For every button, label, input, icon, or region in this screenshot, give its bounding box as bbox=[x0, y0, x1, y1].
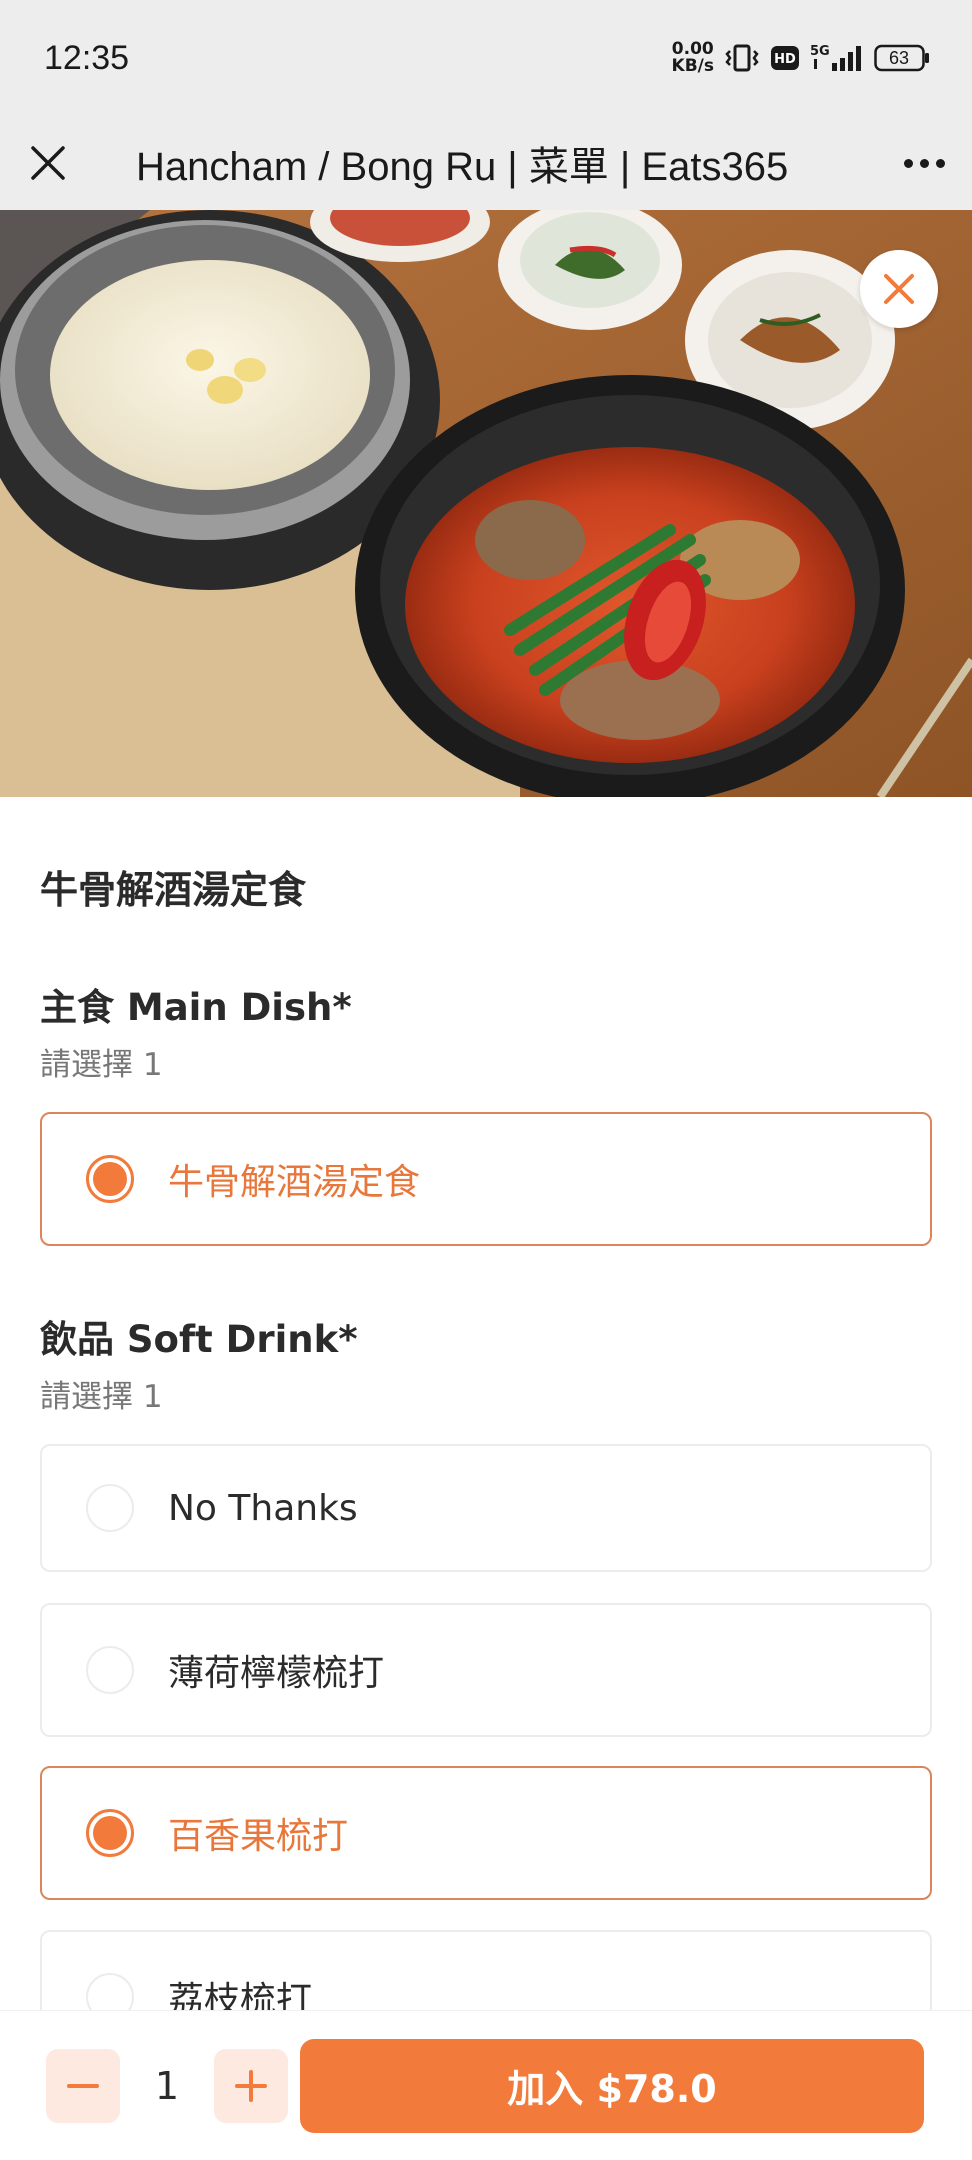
minus-icon bbox=[67, 2083, 99, 2088]
status-time: 12:35 bbox=[44, 38, 130, 77]
more-dot bbox=[903, 158, 913, 168]
page-title: Hancham / Bong Ru | 菜單 | Eats365 bbox=[136, 145, 789, 189]
option-main-dish[interactable]: 牛骨解酒湯定食 bbox=[40, 1112, 932, 1246]
network-speed: 0.00 KB/s bbox=[672, 41, 714, 75]
radio-button[interactable] bbox=[86, 1646, 134, 1694]
group-subtitle-main-dish: 請選擇 1 bbox=[40, 1047, 163, 1083]
item-title: 牛骨解酒湯定食 bbox=[40, 868, 307, 912]
title-bar: Hancham / Bong Ru | 菜單 | Eats365 bbox=[0, 116, 972, 210]
group-title-soft-drink: 飲品 Soft Drink* bbox=[40, 1318, 358, 1361]
option-mint-lemon-soda[interactable]: 薄荷檸檬梳打 bbox=[40, 1603, 932, 1737]
battery-level: 63 bbox=[888, 48, 910, 68]
add-to-cart-button[interactable]: 加入 $78.0 bbox=[300, 2038, 924, 2133]
status-icons: 0.00 KB/s HD 5G 63 bbox=[672, 41, 930, 75]
close-item-button[interactable] bbox=[860, 250, 938, 328]
more-dot bbox=[935, 158, 945, 168]
increase-quantity-button[interactable] bbox=[214, 2048, 288, 2123]
decrease-quantity-button[interactable] bbox=[46, 2048, 120, 2123]
vibrate-icon bbox=[724, 43, 760, 73]
hd-voice-icon: HD bbox=[770, 45, 800, 71]
more-dot bbox=[919, 158, 929, 168]
option-label: No Thanks bbox=[168, 1487, 358, 1529]
food-photo bbox=[0, 210, 972, 797]
option-no-thanks[interactable]: No Thanks bbox=[40, 1444, 932, 1572]
plus-icon bbox=[235, 2069, 267, 2102]
network-speed-unit: KB/s bbox=[671, 56, 714, 76]
radio-selected-dot bbox=[93, 1162, 127, 1196]
option-label: 薄荷檸檬梳打 bbox=[168, 1653, 385, 1694]
status-bar: 12:35 0.00 KB/s HD 5G 63 bbox=[0, 0, 972, 116]
group-title-main-dish: 主食 Main Dish* bbox=[40, 986, 352, 1029]
battery-icon: 63 bbox=[874, 44, 930, 72]
network-type-label: 5G bbox=[810, 44, 830, 59]
add-to-cart-bar: 1 加入 $78.0 bbox=[0, 2010, 972, 2160]
group-subtitle-soft-drink: 請選擇 1 bbox=[40, 1379, 163, 1415]
radio-button[interactable] bbox=[86, 1155, 134, 1203]
option-label: 牛骨解酒湯定食 bbox=[168, 1162, 421, 1203]
close-icon bbox=[884, 274, 914, 304]
radio-button[interactable] bbox=[86, 1809, 134, 1857]
radio-button[interactable] bbox=[86, 1484, 134, 1532]
hd-label: HD bbox=[774, 52, 796, 67]
signal-icon: 5G bbox=[810, 43, 864, 73]
close-page-button[interactable] bbox=[0, 116, 96, 210]
close-icon bbox=[31, 146, 65, 180]
option-label: 百香果梳打 bbox=[168, 1816, 349, 1857]
quantity-value: 1 bbox=[154, 2063, 180, 2108]
more-options-button[interactable] bbox=[876, 116, 972, 210]
radio-selected-dot bbox=[93, 1816, 127, 1850]
option-passion-fruit-soda[interactable]: 百香果梳打 bbox=[40, 1766, 932, 1900]
